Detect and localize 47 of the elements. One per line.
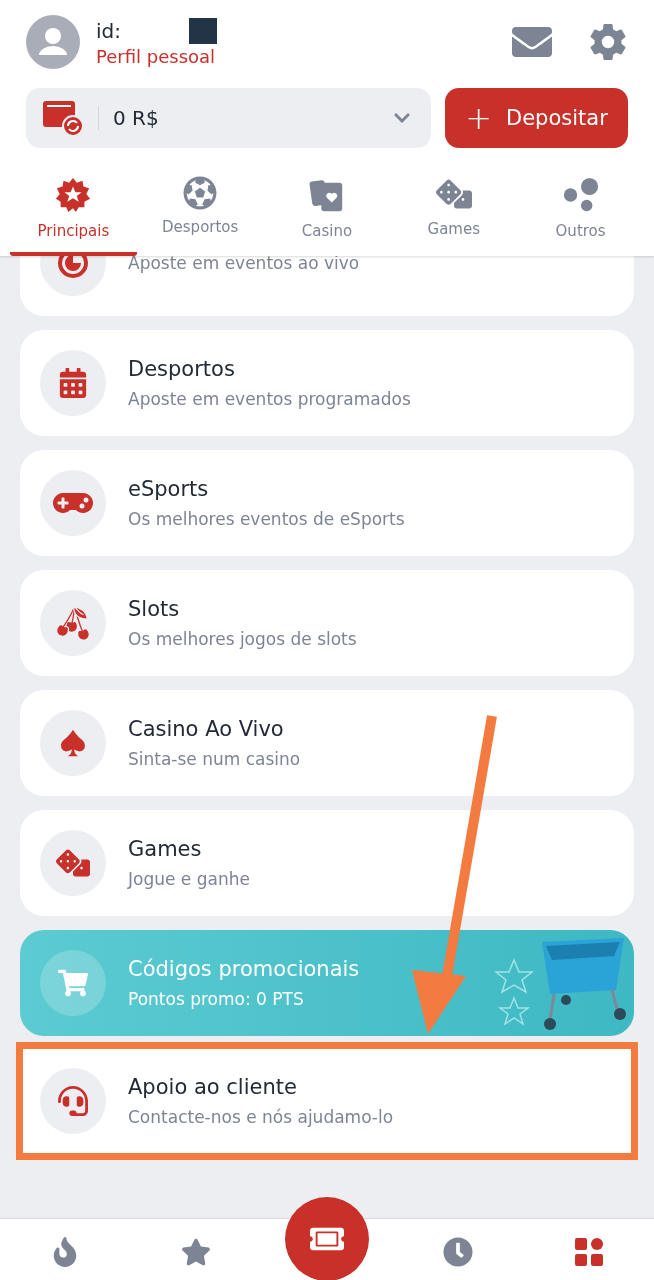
menu-card[interactable]: Apoio ao cliente Contacte-nos e nós ajudamo-lo xyxy=(16,1042,638,1160)
clock-icon xyxy=(442,1237,473,1267)
avatar[interactable] xyxy=(26,15,80,69)
menu-title: Desportos xyxy=(128,357,236,381)
balance-selector[interactable]: 0 R$ xyxy=(26,88,431,148)
menu-title: eSports xyxy=(128,477,210,501)
cherries-icon xyxy=(55,605,91,641)
cart-icon xyxy=(58,968,88,998)
category-tab[interactable]: Casino xyxy=(263,172,391,256)
menu-title: Códigos promocionais xyxy=(128,957,360,981)
star-badge-icon xyxy=(54,176,93,214)
dice-icon xyxy=(56,846,90,880)
settings-icon[interactable] xyxy=(588,22,628,62)
menu-subtitle: Aposte em eventos programados xyxy=(128,389,411,409)
redaction-block xyxy=(189,17,217,44)
menu-subtitle: Pontos promo: 0 PTS xyxy=(128,989,305,1009)
menu-title: Games xyxy=(128,837,203,861)
menu-card[interactable]: Aposte em eventos ao vivo xyxy=(20,256,634,316)
menu-subtitle: Sinta-se num casino xyxy=(128,749,301,769)
menu-title: Apoio ao cliente xyxy=(128,1075,298,1099)
menu-card[interactable]: Games Jogue e ganhe xyxy=(20,810,634,916)
menu-subtitle: Aposte em eventos ao vivo xyxy=(128,256,360,273)
deposit-button[interactable]: + Depositar xyxy=(445,88,628,148)
calendar-icon xyxy=(58,368,88,398)
grid-icon xyxy=(573,1237,604,1267)
menu-title: Casino Ao Vivo xyxy=(128,717,285,741)
menu-title: Slots xyxy=(128,597,181,621)
menu-subtitle: Os melhores eventos de eSports xyxy=(128,509,405,529)
dots-icon xyxy=(561,176,600,214)
profile-link[interactable]: Perfil pessoal xyxy=(96,45,476,67)
category-tab[interactable]: Outros xyxy=(517,172,644,256)
menu-subtitle: Jogue e ganhe xyxy=(128,869,250,889)
spade-icon xyxy=(58,728,88,758)
menu-card[interactable]: eSports Os melhores eventos de eSports xyxy=(20,450,634,556)
menu-card[interactable]: Slots Os melhores jogos de slots xyxy=(20,570,634,676)
wallet-icon xyxy=(42,99,84,137)
balance-amount: 0 R$ xyxy=(98,106,379,130)
menu-subtitle: Os melhores jogos de slots xyxy=(128,629,357,649)
headset-icon xyxy=(58,1086,88,1116)
menu-card[interactable]: Desportos Aposte em eventos programados xyxy=(20,330,634,436)
star-icon xyxy=(181,1237,212,1267)
category-tab[interactable]: Games xyxy=(390,172,518,256)
id-label: id: xyxy=(96,18,121,43)
menu-subtitle: Contacte-nos e nós ajudamo-lo xyxy=(128,1107,394,1127)
category-tab[interactable]: Desportos xyxy=(136,172,264,256)
live-icon xyxy=(56,256,90,280)
menu-card[interactable]: Casino Ao Vivo Sinta-se num casino xyxy=(20,690,634,796)
